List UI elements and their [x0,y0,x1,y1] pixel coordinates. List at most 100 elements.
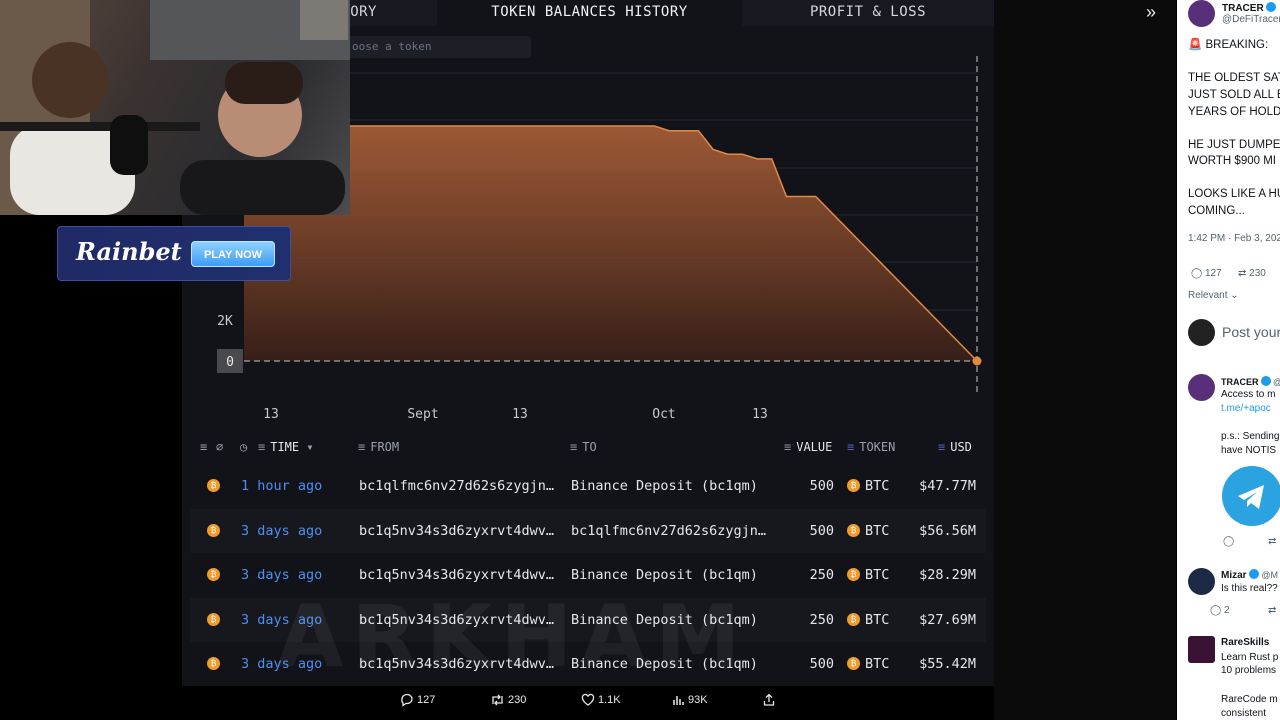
reply-text: have NOTIS [1221,445,1277,456]
tweet-line: YEARS OF HOLDI [1188,106,1280,118]
avatar[interactable] [1188,0,1215,27]
author-handle[interactable]: @DeFiTracer [1222,14,1280,25]
to-address-cell[interactable]: Binance Deposit (bc1qm) [571,478,758,494]
own-avatar [1188,319,1215,346]
repost-icon[interactable]: ⇄ [1268,536,1276,547]
author-name-text: TRACER [1222,3,1264,14]
bitcoin-icon: ₿ [207,568,220,581]
sort-dropdown[interactable]: Relevant ⌄ [1188,290,1239,301]
reply-count: 127 [417,694,436,706]
from-address-cell[interactable]: bc1q5nv34s3d6zyxrvt4dwv… [359,567,554,583]
filter-icon[interactable]: ≡ [570,440,577,454]
token-column-header[interactable]: ≡ TOKEN [847,440,895,454]
filter-icon[interactable]: ≡ [847,440,854,454]
expand-icon[interactable]: » [1146,2,1166,22]
tweet-line: COMING... [1188,205,1245,217]
reply-text: Access to m [1221,389,1276,400]
reply-button[interactable]: 127 [400,690,435,710]
filter-icon[interactable]: ≡ [358,440,365,454]
repost-stat[interactable]: ⇄ 230 [1238,268,1266,279]
token-cell[interactable]: BTC [865,478,889,494]
telegram-glyph [1238,485,1264,509]
time-column-header[interactable]: ≡ TIME ▾ [258,440,314,454]
play-now-button[interactable]: PLAY NOW [191,241,275,267]
usd-column-header[interactable]: ≡ USD [938,440,972,454]
from-header-label: FROM [370,440,400,454]
like-button[interactable]: 1.1K [581,690,621,710]
reply-author-name[interactable]: RareSkills [1221,637,1269,648]
views-count: 93K [688,694,708,706]
clock-icon: ◷ [240,440,248,454]
from-column-header[interactable]: ≡ FROM [358,440,399,454]
reply-author-name-text: Mizar [1221,570,1247,581]
reply-author-handle: @M [1261,570,1278,580]
verified-icon [1265,2,1276,12]
token-cell[interactable]: BTC [865,567,889,583]
reply-stat-count: 127 [1204,268,1222,279]
value-cell: 500 [809,478,834,494]
sort-label: Relevant [1188,290,1228,301]
avatar[interactable] [1188,374,1215,401]
x-tick-label: Sept [407,407,438,422]
chevron-down-icon: ⌄ [1230,290,1239,301]
link-icon[interactable]: ⌀ [216,440,223,454]
x-tick-label: 13 [752,407,768,422]
repost-stat-count: 230 [1249,268,1266,279]
share-button[interactable] [762,690,779,710]
token-cell[interactable]: BTC [865,523,889,539]
reply-composer-input[interactable]: Post your [1222,324,1280,341]
avatar[interactable] [1188,636,1215,663]
bitcoin-icon: ₿ [847,479,860,492]
to-column-header[interactable]: ≡ TO [570,440,597,454]
avatar[interactable] [1188,568,1215,595]
table-row[interactable]: ₿ 1 hour ago bc1qlfmc6nv27d62s6zygjn… Binan… [190,464,986,509]
table-header: ≡ ⌀ ◷ ≡ TIME ▾ ≡ FROM ≡ TO ≡ VALUE ≡ TOKEN ≡ U… [190,430,986,464]
reply-link[interactable]: t.me/+apoc [1221,402,1271,416]
reply-author-name[interactable]: Mizar @M [1221,569,1278,581]
filter-icon[interactable]: ≡ [784,440,791,454]
filter-icon[interactable]: ≡ [938,440,945,454]
rainbet-ad[interactable]: Rainbet PLAY NOW [57,226,291,281]
table-row[interactable]: ₿ 3 days ago bc1q5nv34s3d6zyxrvt4dwv… bc1ql… [190,508,986,553]
time-cell[interactable]: 3 days ago [241,523,322,539]
tab-token-balances-history[interactable]: TOKEN BALANCES HISTORY [437,0,742,26]
telegram-icon[interactable] [1222,466,1280,526]
rainbet-logo: Rainbet [76,237,182,266]
bitcoin-icon: ₿ [207,612,220,626]
usd-cell: $47.77M [919,478,976,494]
tweet-timestamp[interactable]: 1:42 PM · Feb 3, 202 [1188,233,1280,244]
reply-stat-count: 2 [1223,605,1230,616]
usd-header-label: USD [950,440,972,454]
views-button[interactable]: 93K [671,690,708,710]
reply-icon: ◯ [1210,605,1222,616]
time-cell[interactable]: 1 hour ago [241,478,322,494]
reply-author-handle: @ [1273,377,1280,387]
reply-author-name[interactable]: TRACER @ [1221,376,1280,387]
data-point [972,356,982,366]
repost-icon[interactable]: ⇄ [1268,605,1276,616]
filter-icon[interactable]: ≡ [258,440,265,454]
sort-desc-icon[interactable]: ▾ [306,440,313,454]
from-address-cell[interactable]: bc1qlfmc6nv27d62s6zygjn… [359,478,554,494]
repost-button[interactable]: 230 [490,690,526,710]
reply-icon[interactable]: ◯ [1223,536,1234,547]
token-select-input[interactable]: oose a token [348,36,531,58]
bitcoin-icon: ₿ [207,523,220,537]
reply-text: Learn Rust p [1221,652,1279,663]
author-name[interactable]: TRACER [1222,2,1276,14]
value-cell: 250 [809,567,834,583]
reply-icon [401,693,413,707]
to-address-cell[interactable]: bc1qlfmc6nv27d62s6zygjn… [571,523,766,539]
value-cell: 500 [809,522,834,539]
tab-profit-loss[interactable]: PROFIT & LOSS [742,0,994,26]
from-address-cell[interactable]: bc1q5nv34s3d6zyxrvt4dwv… [359,523,554,539]
reply-stat[interactable]: ◯ 2 [1210,605,1230,616]
time-cell[interactable]: 3 days ago [241,567,322,583]
heart-icon [581,693,595,706]
to-address-cell[interactable]: Binance Deposit (bc1qm) [571,567,758,583]
bitcoin-icon: ₿ [847,523,860,537]
reply-text: RareCode m [1221,694,1278,705]
filter-icon[interactable]: ≡ [200,440,207,454]
value-column-header[interactable]: ≡ VALUE [784,440,832,454]
reply-stat[interactable]: ◯ 127 [1191,268,1222,279]
